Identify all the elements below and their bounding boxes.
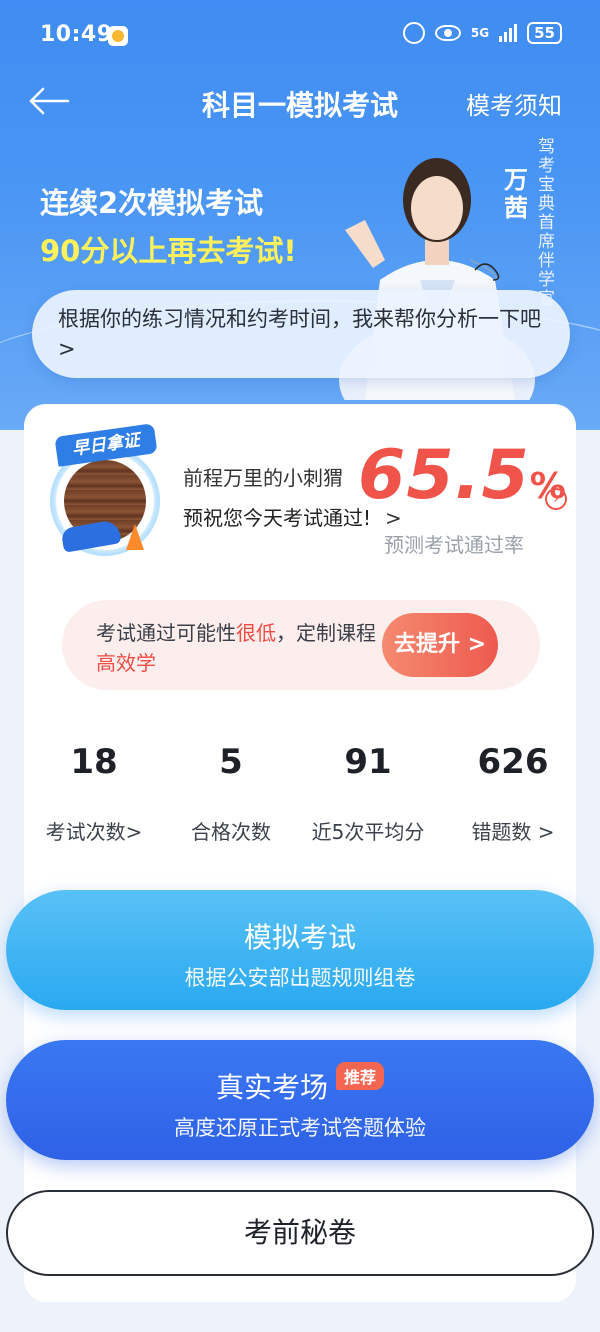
mock-exam-title: 模拟考试	[243, 921, 356, 954]
improve-text-efficient: 高效学	[96, 651, 156, 675]
real-exam-title: 真实考场	[215, 1071, 328, 1104]
traffic-cone-icon	[126, 524, 144, 550]
nfc-icon	[402, 22, 425, 44]
stat-wrong-count[interactable]: 626 错题数 >	[438, 742, 588, 845]
user-avatar[interactable]: 早日拿证	[42, 423, 170, 558]
stat-value: 91	[344, 742, 392, 782]
eye-icon	[434, 25, 461, 41]
stat-avg-score: 91 近5次平均分	[293, 742, 443, 845]
improve-text-c: ，定制课程	[276, 621, 376, 645]
weather-icon	[108, 26, 128, 46]
status-bar: 10:49 5G 55	[0, 0, 600, 72]
pass-rate-value: 65.5%	[358, 436, 567, 515]
mock-exam-subtitle: 根据公安部出题规则组卷	[184, 966, 416, 990]
stat-label: 合格次数	[191, 820, 271, 844]
nav-bar: 科目一模拟考试 模考须知	[0, 72, 600, 132]
stat-label: 近5次平均分	[311, 820, 425, 844]
stat-value: 18	[70, 742, 118, 782]
improve-text-low: 很低	[236, 621, 276, 645]
signal-bars-icon	[499, 24, 518, 42]
pass-rate-number: 65.5	[358, 436, 530, 515]
stat-value: 626	[477, 742, 549, 782]
pass-rate-arrow-icon[interactable]: ›	[545, 488, 567, 510]
hero-banner: 10:49 5G 55 科目一模拟考试 模考须知 连续2次模拟考试 90分以上再…	[0, 0, 600, 430]
real-exam-button[interactable]: 真实考场 推荐 高度还原正式考试答题体验	[6, 1040, 594, 1160]
network-label: 5G	[470, 26, 490, 40]
stat-value: 5	[219, 742, 243, 782]
recommend-badge: 推荐	[336, 1062, 385, 1090]
status-time: 10:49	[40, 22, 113, 47]
real-exam-subtitle: 高度还原正式考试答题体验	[174, 1116, 426, 1140]
user-name: 前程万里的小刺猬	[183, 466, 343, 490]
improve-text: 考试通过可能性很低，定制课程高效学	[96, 618, 386, 678]
spokesperson-role: 驾考宝典首席伴学官	[538, 137, 555, 309]
exam-notice-link[interactable]: 模考须知	[466, 86, 562, 121]
stat-label: 考试次数>	[45, 820, 143, 844]
pass-rate-label: 预测考试通过率	[384, 533, 524, 557]
status-icons: 5G 55	[402, 22, 562, 44]
slogan-line-2: 90分以上再去考试!	[40, 234, 297, 268]
stat-pass-count: 5 合格次数	[156, 742, 306, 845]
improve-button[interactable]: 去提升 >	[382, 613, 498, 677]
stat-exam-count[interactable]: 18 考试次数>	[19, 742, 169, 845]
analysis-bubble[interactable]: 根据你的练习情况和约考时间，我来帮你分析一下吧 >	[32, 290, 570, 378]
analysis-bubble-text: 根据你的练习情况和约考时间，我来帮你分析一下吧 >	[58, 307, 541, 361]
pre-exam-secret-label: 考前秘卷	[243, 1216, 356, 1249]
mock-exam-button[interactable]: 模拟考试 根据公安部出题规则组卷	[6, 890, 594, 1010]
user-wish-text: 预祝您今天考试通过!	[183, 506, 372, 530]
spokesperson-name: 万茜	[504, 166, 528, 222]
improve-banner: 考试通过可能性很低，定制课程高效学 去提升 >	[62, 600, 540, 690]
slogan-line-1: 连续2次模拟考试	[40, 186, 264, 220]
pre-exam-secret-button[interactable]: 考前秘卷	[6, 1190, 594, 1276]
battery-indicator: 55	[527, 22, 562, 44]
stat-label: 错题数 >	[471, 820, 555, 844]
improve-text-a: 考试通过可能性	[96, 621, 236, 645]
